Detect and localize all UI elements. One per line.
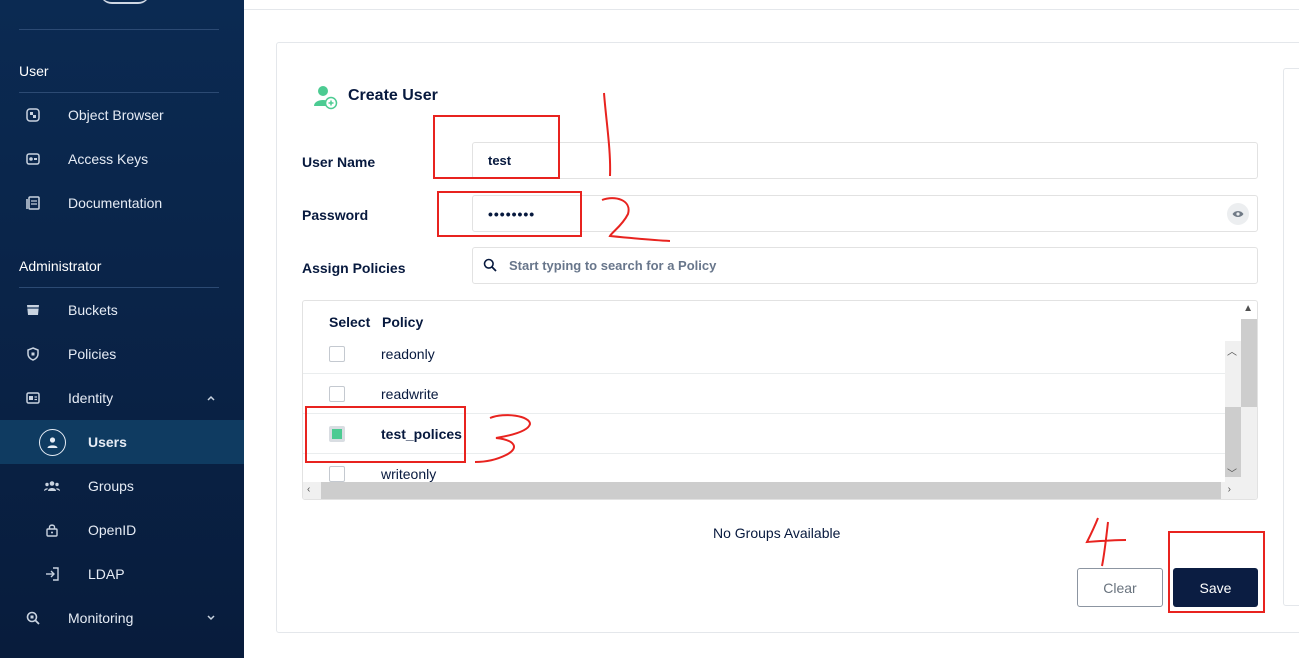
password-label: Password: [302, 207, 369, 223]
sidebar-item-label: Users: [88, 434, 127, 450]
scroll-up-arrow-icon[interactable]: ︿: [1227, 343, 1237, 358]
sidebar-item-documentation[interactable]: Documentation: [0, 181, 244, 225]
policy-checkbox[interactable]: [329, 466, 345, 482]
search-placeholder: Start typing to search for a Policy: [509, 258, 717, 273]
object-browser-icon: [24, 106, 42, 124]
sidebar-item-partial[interactable]: [0, 640, 244, 658]
sidebar-item-buckets[interactable]: Buckets: [0, 288, 244, 332]
search-icon: [483, 258, 497, 275]
sidebar-item-label: OpenID: [88, 522, 137, 538]
scroll-down-arrow-icon[interactable]: ﹀: [1227, 465, 1237, 480]
annotation-box-username: [433, 115, 560, 179]
sidebar-item-openid[interactable]: OpenID: [0, 508, 244, 552]
clear-button[interactable]: Clear: [1077, 568, 1163, 607]
outer-scrollbar-thumb[interactable]: [1241, 319, 1257, 407]
policy-checkbox[interactable]: [329, 346, 345, 362]
sidebar-item-label: Identity: [68, 390, 114, 406]
no-groups-message: No Groups Available: [713, 525, 841, 541]
sidebar-item-label: Groups: [88, 478, 134, 494]
sidebar-item-access-keys[interactable]: Access Keys: [0, 137, 244, 181]
bucket-icon: [24, 301, 42, 319]
sidebar-item-label: Documentation: [68, 195, 163, 211]
groups-icon: [43, 477, 61, 495]
sidebar-item-policies[interactable]: Policies: [0, 332, 244, 376]
annotation-box-policy: [305, 406, 466, 463]
sidebar-section-user: User: [19, 63, 49, 79]
sidebar-item-label: Buckets: [68, 302, 118, 318]
assign-policies-label: Assign Policies: [302, 260, 406, 276]
app-logo: [100, 0, 150, 4]
sidebar-item-label: Policies: [68, 346, 117, 362]
sidebar-divider: [19, 29, 219, 30]
sidebar-item-label: Monitoring: [68, 610, 134, 626]
scroll-left-arrow-icon[interactable]: ‹: [307, 484, 310, 495]
horizontal-scrollbar[interactable]: ‹ ›: [303, 482, 1257, 499]
show-password-icon[interactable]: [1227, 203, 1249, 225]
openid-lock-icon: [43, 521, 61, 539]
username-label: User Name: [302, 154, 376, 170]
table-row[interactable]: readonly: [303, 334, 1227, 374]
password-input[interactable]: ••••••••: [472, 195, 1258, 232]
annotation-box-password: [437, 191, 582, 237]
monitoring-icon: [24, 609, 42, 627]
policy-search-input[interactable]: Start typing to search for a Policy: [472, 247, 1258, 284]
partial-icon: [24, 653, 42, 658]
policy-checkbox[interactable]: [329, 386, 345, 402]
sidebar-item-ldap[interactable]: LDAP: [0, 552, 244, 596]
side-panel: [1283, 68, 1299, 606]
sidebar-item-groups[interactable]: Groups: [0, 464, 244, 508]
user-circle-icon: [39, 428, 66, 456]
sidebar-item-label: Access Keys: [68, 151, 149, 167]
policy-name: readonly: [381, 346, 435, 362]
annotation-box-save: [1168, 531, 1265, 613]
column-header-select: Select: [329, 314, 371, 330]
chevron-down-icon[interactable]: [206, 610, 216, 626]
access-keys-icon: [24, 150, 42, 168]
header-divider: [244, 9, 1299, 10]
sidebar-item-identity[interactable]: Identity: [0, 376, 244, 420]
policy-shield-icon: [24, 345, 42, 363]
sidebar-item-label: LDAP: [88, 566, 125, 582]
horizontal-scrollbar-thumb[interactable]: [321, 482, 1221, 499]
ldap-login-icon: [43, 565, 61, 583]
add-user-icon: [312, 84, 338, 115]
scroll-right-arrow-icon[interactable]: ›: [1228, 484, 1231, 495]
sidebar-item-label: Object Browser: [68, 107, 164, 123]
scroll-up-arrow-icon[interactable]: ▲: [1243, 303, 1253, 314]
chevron-up-icon[interactable]: [206, 390, 216, 406]
policy-name: readwrite: [381, 386, 439, 402]
page-title: Create User: [348, 87, 438, 104]
policies-table: Select Policy readonly readwrite test_po…: [302, 300, 1258, 500]
sidebar-item-object-browser[interactable]: Object Browser: [0, 93, 244, 137]
username-input[interactable]: test: [472, 142, 1258, 179]
sidebar-item-monitoring[interactable]: Monitoring: [0, 596, 244, 640]
identity-card-icon: [24, 389, 42, 407]
sidebar-section-administrator: Administrator: [19, 258, 102, 274]
sidebar-item-users[interactable]: Users: [0, 420, 244, 464]
documentation-icon: [24, 194, 42, 212]
policy-name: writeonly: [381, 466, 437, 482]
sidebar: User Object Browser Access Keys Document…: [0, 0, 244, 658]
column-header-policy: Policy: [382, 314, 424, 330]
